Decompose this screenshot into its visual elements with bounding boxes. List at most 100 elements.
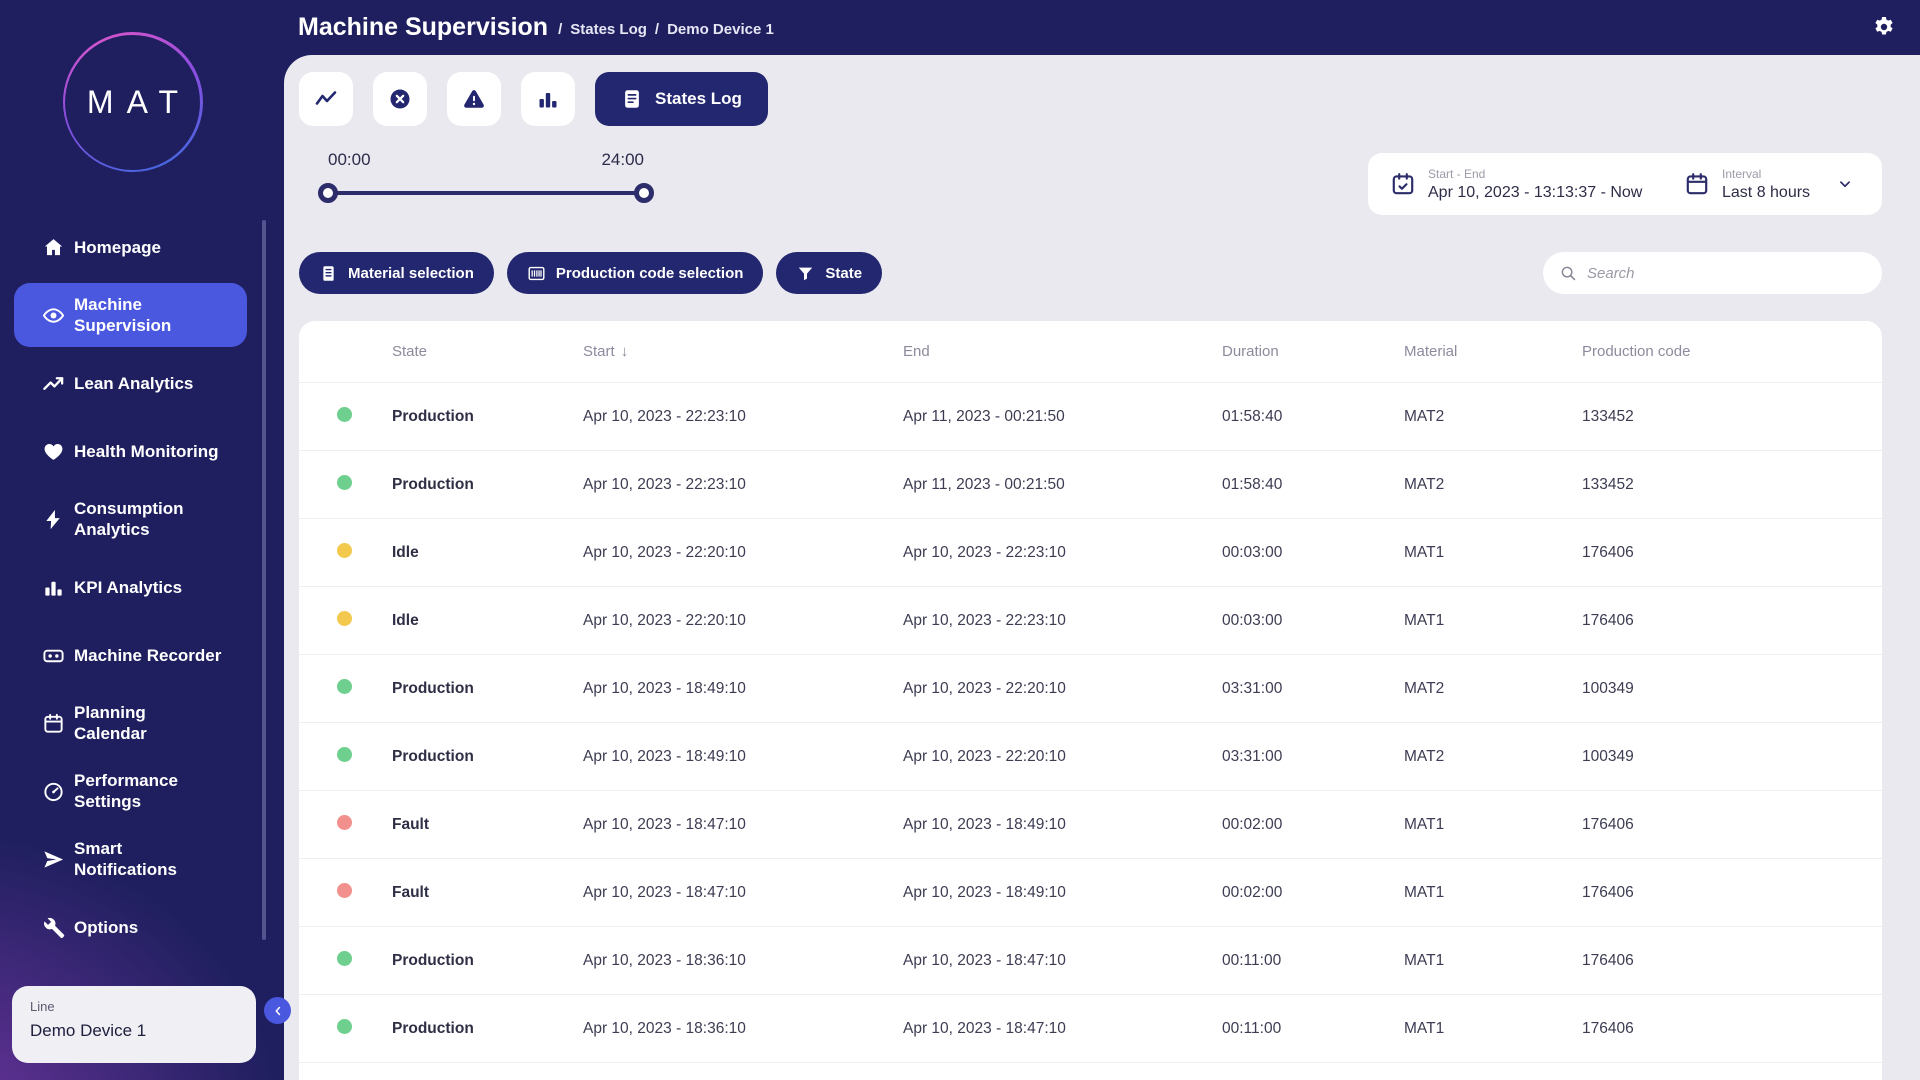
cell-material: MAT1 [1404,816,1582,834]
column-header-production-code[interactable]: Production code [1582,343,1882,360]
logo: MAT [0,0,265,172]
cell-end: Apr 10, 2023 - 22:23:10 [903,612,1222,630]
column-header-material[interactable]: Material [1404,343,1582,360]
cell-start: Apr 10, 2023 - 22:20:10 [583,612,903,630]
cell-duration: 03:31:00 [1222,748,1404,766]
sidebar-item-kpi-analytics[interactable]: KPI Analytics [14,555,247,619]
sidebar-item-label: Planning Calendar [74,702,147,744]
filters-row: Material selection Production code selec… [299,252,1882,294]
column-header-duration[interactable]: Duration [1222,343,1404,360]
cell-duration: 00:11:00 [1222,1020,1404,1038]
table-row: Idle Apr 10, 2023 - 22:20:10 Apr 10, 202… [299,587,1882,655]
production-code-selection-label: Production code selection [556,265,744,282]
start-end-value: Apr 10, 2023 - 13:13:37 - Now [1428,184,1642,202]
tab-charts[interactable] [521,72,575,126]
sidebar-scrollbar[interactable] [262,220,266,940]
cell-end: Apr 10, 2023 - 18:49:10 [903,884,1222,902]
sidebar-item-planning-calendar[interactable]: Planning Calendar [14,691,247,755]
state-filter-button[interactable]: State [776,252,882,294]
material-selection-label: Material selection [348,265,474,282]
start-end-label: Start - End [1428,167,1642,181]
sidebar-item-machine-recorder[interactable]: Machine Recorder [14,623,247,687]
tab-warnings[interactable] [447,72,501,126]
sidebar-item-health-monitoring[interactable]: Health Monitoring [14,419,247,483]
main-content: States Log 00:00 24:00 Start - End Apr 1… [284,55,1920,1080]
status-dot [337,611,352,626]
status-dot [337,883,352,898]
slider-handle-end[interactable] [634,183,654,203]
sidebar-item-smart-notifications[interactable]: Smart Notifications [14,827,247,891]
cell-end: Apr 10, 2023 - 18:47:10 [903,952,1222,970]
send-icon [42,847,66,871]
x-circle-icon [388,87,412,111]
log-icon [621,88,643,110]
interval-dropdown[interactable]: Interval Last 8 hours [1684,167,1882,202]
cell-start: Apr 10, 2023 - 18:49:10 [583,680,903,698]
barcode-icon [527,264,546,283]
breadcrumb-item-device[interactable]: Demo Device 1 [667,21,774,38]
production-code-selection-button[interactable]: Production code selection [507,252,764,294]
cell-production-code: 176406 [1582,884,1882,902]
interval-label: Interval [1722,167,1810,181]
cell-end: Apr 10, 2023 - 22:20:10 [903,680,1222,698]
cell-start: Apr 10, 2023 - 18:47:10 [583,884,903,902]
tab-states-log[interactable]: States Log [595,72,768,126]
column-header-state[interactable]: State [392,343,583,360]
column-chart-icon [536,87,560,111]
sidebar-item-performance-settings[interactable]: Performance Settings [14,759,247,823]
table-row: Production Apr 10, 2023 - 18:49:10 Apr 1… [299,723,1882,791]
cell-duration: 00:02:00 [1222,884,1404,902]
sidebar-item-label: Consumption Analytics [74,498,184,540]
bar-chart-icon [42,575,66,599]
breadcrumb-separator: / [558,21,562,38]
cell-material: MAT2 [1404,748,1582,766]
breadcrumb-item-states-log[interactable]: States Log [570,21,647,38]
breadcrumb-separator: / [655,21,659,38]
cell-production-code: 176406 [1582,952,1882,970]
material-selection-button[interactable]: Material selection [299,252,494,294]
sidebar-item-consumption-analytics[interactable]: Consumption Analytics [14,487,247,551]
search-icon [1559,264,1577,282]
search-input[interactable] [1587,265,1866,282]
cell-state: Production [392,748,583,766]
home-icon [42,235,66,259]
settings-gear-button[interactable] [1872,15,1896,42]
slider-handle-start[interactable] [318,183,338,203]
start-end-picker[interactable]: Start - End Apr 10, 2023 - 13:13:37 - No… [1368,167,1684,202]
cell-end: Apr 11, 2023 - 00:21:50 [903,408,1222,426]
cell-start: Apr 10, 2023 - 18:36:10 [583,1020,903,1038]
cell-start: Apr 10, 2023 - 18:36:10 [583,952,903,970]
tab-trend[interactable] [299,72,353,126]
column-header-end[interactable]: End [903,343,1222,360]
cell-production-code: 100349 [1582,748,1882,766]
funnel-icon [796,264,815,283]
breadcrumb: / States Log / Demo Device 1 [558,17,774,38]
slider-track [328,183,644,203]
sidebar-item-lean-analytics[interactable]: Lean Analytics [14,351,247,415]
cell-state: Idle [392,544,583,562]
cell-start: Apr 10, 2023 - 18:47:10 [583,816,903,834]
icon-tabs [299,72,575,126]
cell-material: MAT1 [1404,544,1582,562]
eye-icon [42,303,66,327]
cell-duration: 01:58:40 [1222,408,1404,426]
sidebar-item-machine-supervision[interactable]: Machine Supervision [14,283,247,347]
device-selector[interactable]: Line Demo Device 1 [12,986,256,1063]
sidebar-item-label: Lean Analytics [74,373,193,394]
sidebar-item-options[interactable]: Options [14,895,247,959]
trend-icon [42,371,66,395]
column-header-start[interactable]: Start ↓ [583,343,903,360]
topbar: Machine Supervision / States Log / Demo … [0,0,1920,55]
logo-text: MAT [65,35,200,170]
cell-end: Apr 10, 2023 - 18:47:10 [903,1020,1222,1038]
status-dot [337,543,352,558]
sidebar: MAT Homepage Machine Supervision Lean An… [0,0,265,1080]
tab-faults[interactable] [373,72,427,126]
cell-material: MAT1 [1404,952,1582,970]
sidebar-collapse-button[interactable] [264,997,291,1024]
heart-icon [42,439,66,463]
sidebar-item-homepage[interactable]: Homepage [14,215,247,279]
status-dot [337,747,352,762]
sidebar-item-label: Health Monitoring [74,441,218,462]
cell-start: Apr 10, 2023 - 22:20:10 [583,544,903,562]
